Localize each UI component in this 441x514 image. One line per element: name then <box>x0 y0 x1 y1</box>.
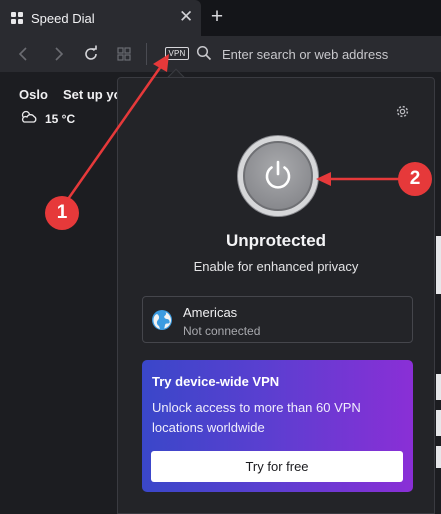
annotation-arrows <box>64 54 399 203</box>
annotation-arrowhead-1 <box>153 54 169 72</box>
annotation-arrowhead-2 <box>316 172 331 186</box>
annotation-callout-2: 2 <box>398 162 432 196</box>
annotation-callout-1: 1 <box>45 196 79 230</box>
